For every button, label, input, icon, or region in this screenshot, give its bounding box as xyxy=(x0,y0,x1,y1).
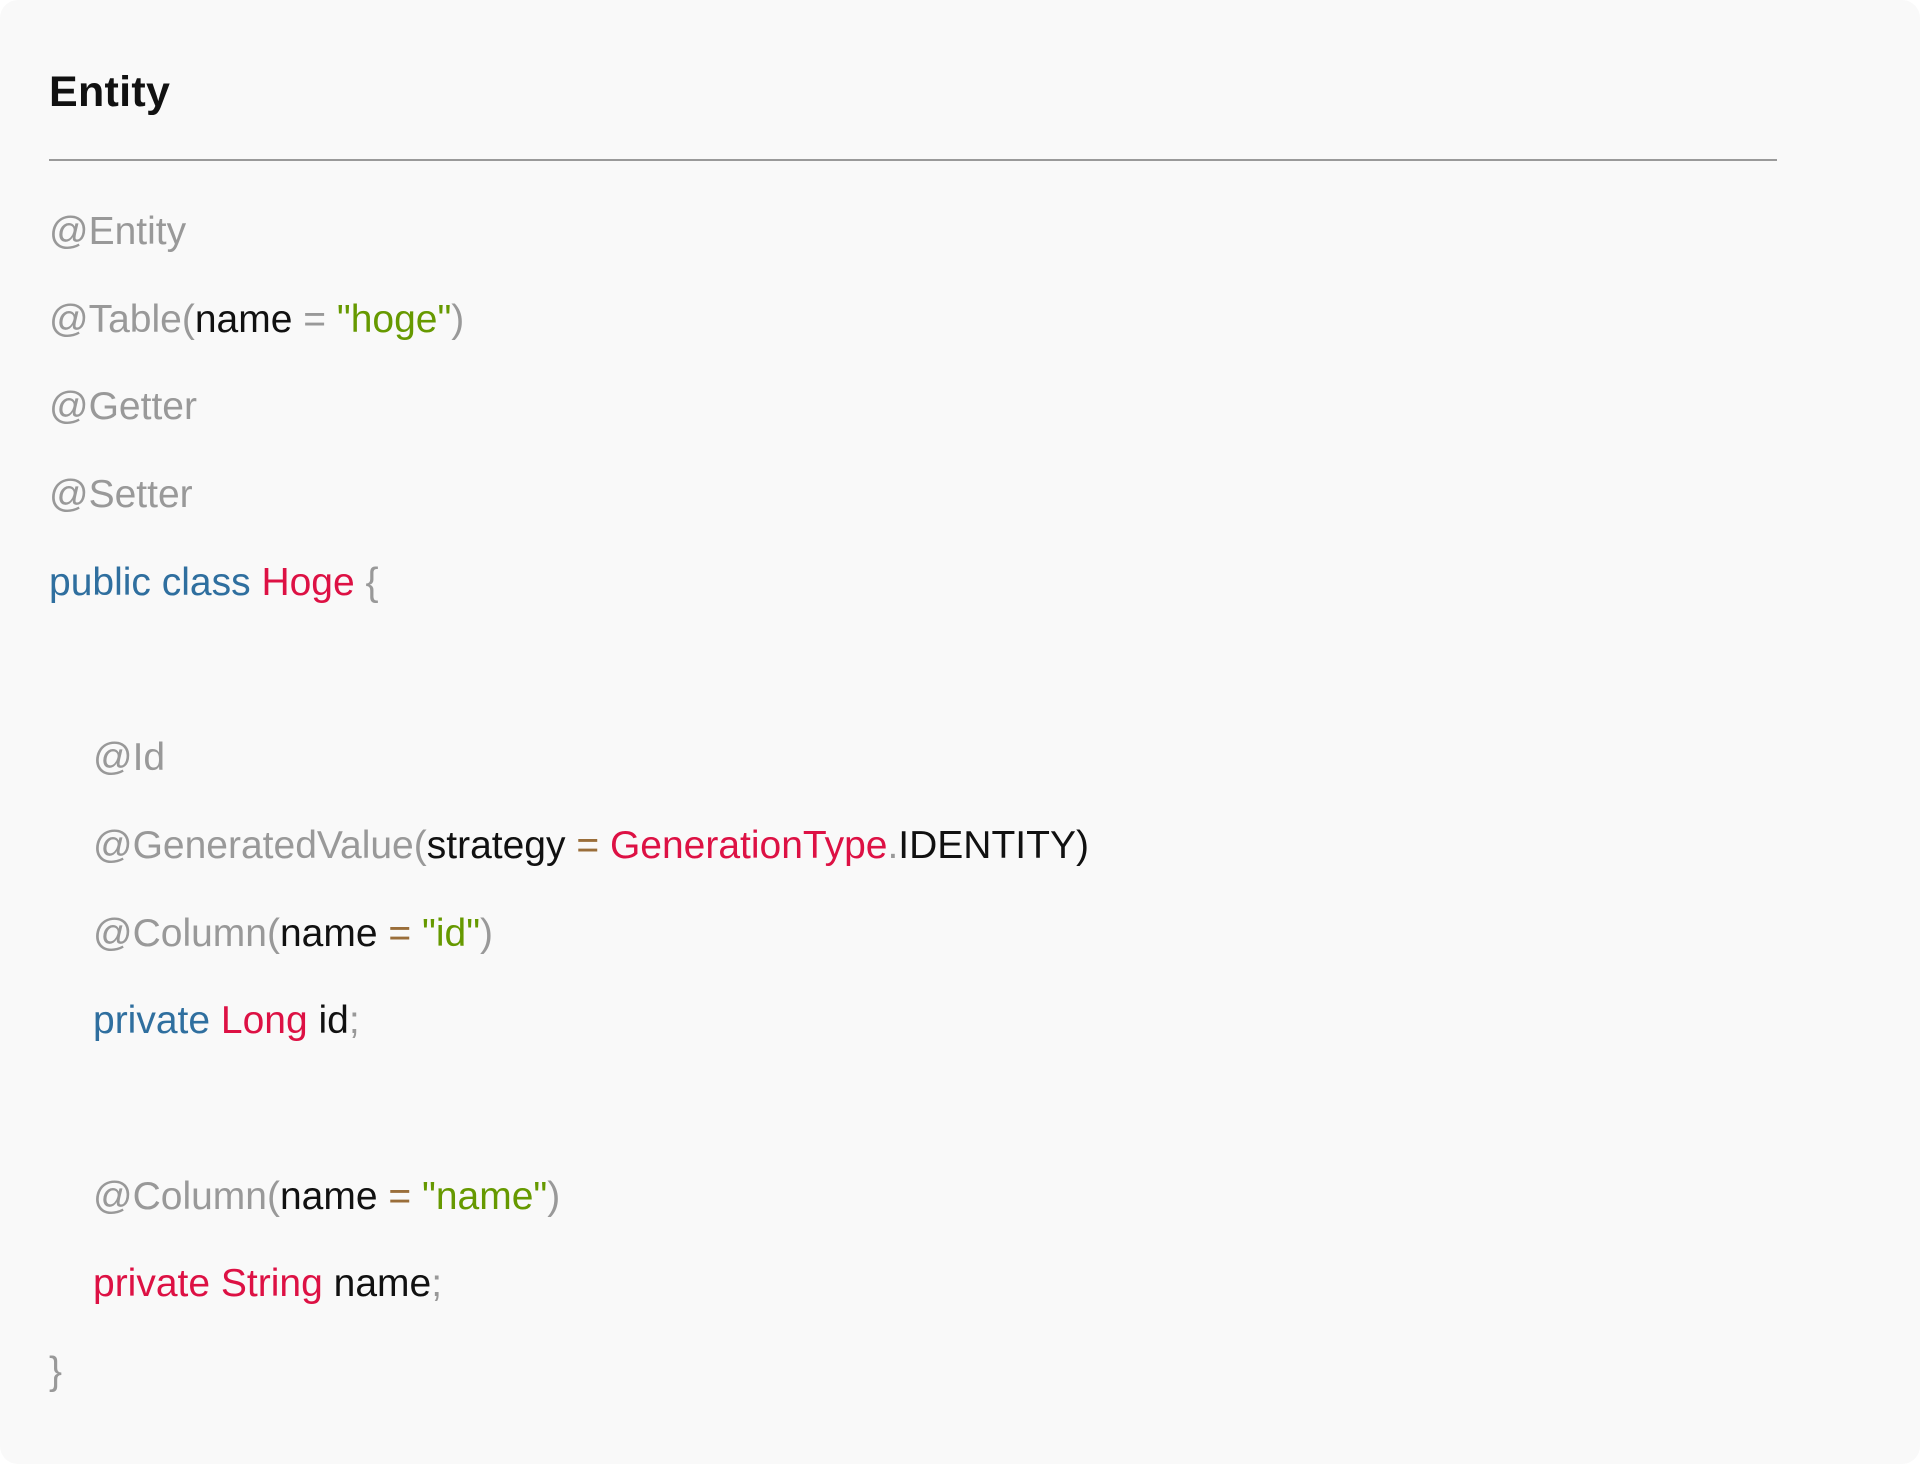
code-token-punct: ( xyxy=(266,1174,280,1218)
code-line: @GeneratedValue(strategy = GenerationTyp… xyxy=(49,816,1849,904)
code-line: @Setter xyxy=(49,465,1849,553)
code-token-anno: @Entity xyxy=(49,210,187,253)
code-line: @Id xyxy=(49,728,1849,816)
code-token-punct: ; xyxy=(348,999,360,1043)
code-token-anno: @Id xyxy=(93,736,166,780)
code-token-ident xyxy=(210,1262,221,1305)
code-token-ident: name xyxy=(322,1262,432,1306)
code-token-ident: strategy xyxy=(426,823,566,867)
code-line: @Entity xyxy=(49,202,1849,290)
code-token-keyword: class xyxy=(161,560,251,604)
code-token-keyword: private xyxy=(93,999,211,1043)
page-title: Entity xyxy=(49,68,171,116)
code-token-op: = xyxy=(377,911,422,955)
code-token-ident xyxy=(251,561,262,604)
code-token-ident: name xyxy=(194,297,293,341)
code-line: } xyxy=(49,1342,1849,1430)
code-token-punct: ( xyxy=(266,911,280,955)
code-token-punct: ) xyxy=(451,297,465,341)
code-token-anno: @Setter xyxy=(49,473,193,517)
code-card: Entity @Entity @Table(name = "hoge") @Gett… xyxy=(0,0,1920,1464)
code-line: private Long id; xyxy=(49,991,1849,1079)
code-token-anno: @Column xyxy=(93,911,267,955)
code-token-type: private xyxy=(93,1262,211,1306)
code-token-punct: ( xyxy=(181,297,195,341)
code-token-type: Long xyxy=(220,999,308,1043)
code-token-string: "name" xyxy=(422,1174,548,1218)
code-token-punct: . xyxy=(887,823,899,867)
code-token-anno: @Column xyxy=(93,1174,267,1218)
code-token-punct: ) xyxy=(547,1174,561,1218)
code-line: @Column(name = "name") xyxy=(49,1167,1849,1255)
code-token-op: = xyxy=(377,1174,422,1218)
code-token-type: Hoge xyxy=(261,560,355,604)
code-token-punct: } xyxy=(49,1349,63,1393)
code-token-punct: = xyxy=(292,297,337,341)
code-token-ident: IDENTITY) xyxy=(898,823,1089,867)
code-token-op: = xyxy=(565,823,610,867)
code-line: @Table(name = "hoge") xyxy=(49,290,1849,378)
code-token-punct: ) xyxy=(480,911,494,955)
code-line: public class Hoge { xyxy=(49,553,1849,641)
code-token-ident: name xyxy=(279,1174,378,1218)
code-token-punct: ( xyxy=(413,823,427,867)
code-token-anno: @Table xyxy=(49,297,182,341)
code-line: @Column(name = "id") xyxy=(49,904,1849,992)
code-token-type: String xyxy=(220,1262,323,1306)
code-token-ident xyxy=(210,999,221,1042)
code-token-type: GenerationType xyxy=(609,823,888,867)
code-token-punct: { xyxy=(354,560,379,604)
code-token-punct: ; xyxy=(431,1262,443,1306)
code-line: private String name; xyxy=(49,1254,1849,1342)
code-token-keyword: public xyxy=(49,560,151,604)
code-token-anno: @GeneratedValue xyxy=(93,823,414,867)
title-divider xyxy=(49,159,1777,161)
code-line: @Getter xyxy=(49,377,1849,465)
code-token-string: "id" xyxy=(422,911,481,955)
code-token-ident: id xyxy=(307,999,349,1043)
code-block: @Entity @Table(name = "hoge") @Getter @Sett… xyxy=(49,202,1849,1430)
code-token-string: "hoge" xyxy=(336,297,452,341)
code-token-ident: name xyxy=(279,911,378,955)
code-token-ident xyxy=(151,561,162,604)
code-token-anno: @Getter xyxy=(49,385,197,429)
